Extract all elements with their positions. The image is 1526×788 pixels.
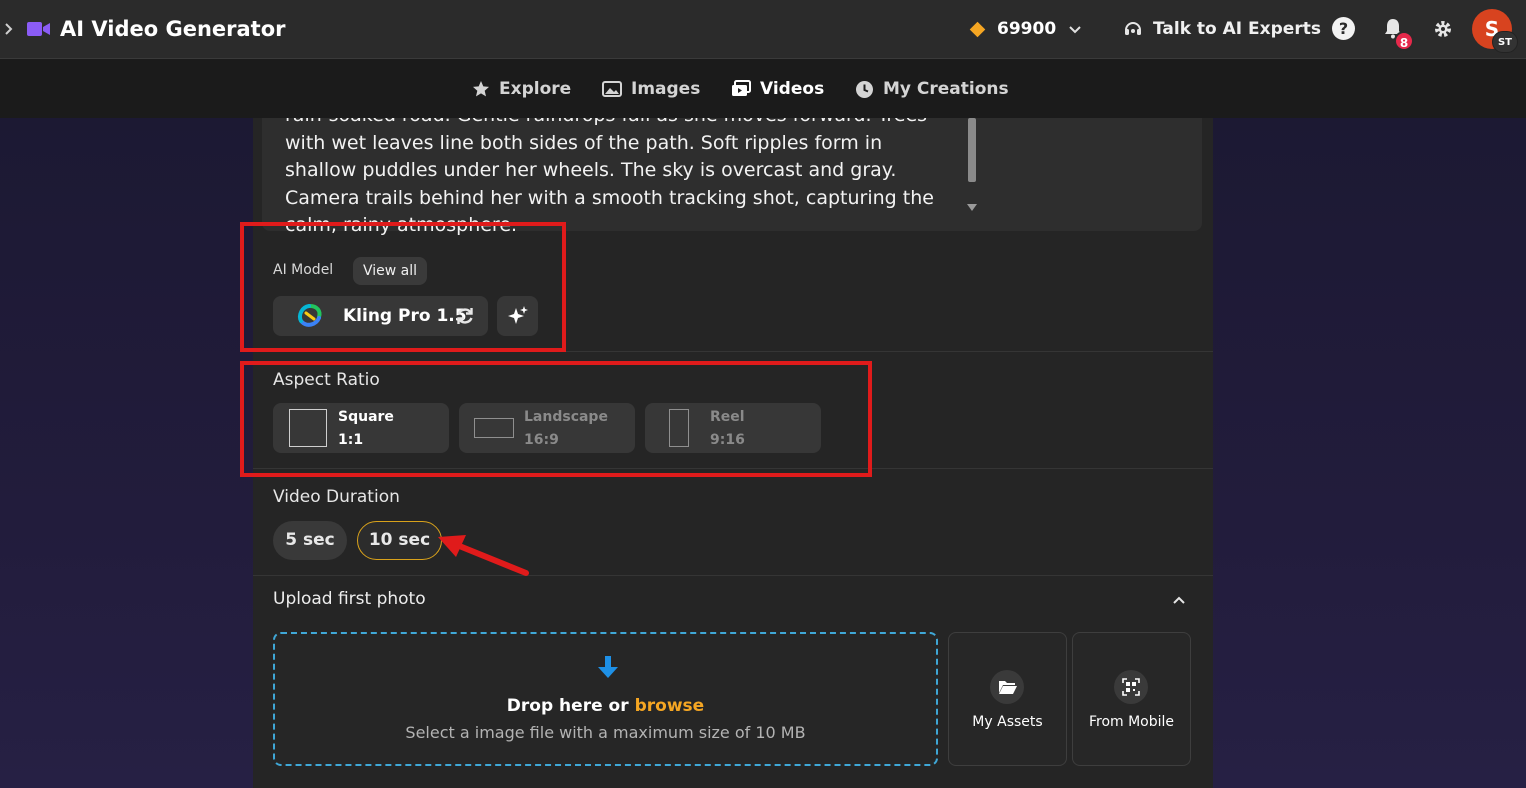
- annotation-box-ai-model: [240, 222, 566, 352]
- browse-link[interactable]: browse: [635, 696, 705, 716]
- divider: [253, 575, 1213, 576]
- tab-explore[interactable]: Explore: [472, 76, 571, 102]
- tab-videos[interactable]: Videos: [731, 76, 824, 102]
- star-icon: [473, 81, 489, 97]
- prompt-line: Camera trails behind her with a smooth t…: [285, 186, 934, 209]
- talk-to-experts-label: Talk to AI Experts: [1153, 19, 1321, 39]
- tab-images-label: Images: [631, 79, 701, 99]
- expand-sidebar-icon[interactable]: [4, 19, 16, 39]
- from-mobile-button[interactable]: From Mobile: [1072, 632, 1191, 766]
- prompt-line: rain-soaked road. Gentle raindrops fall …: [285, 118, 945, 130]
- image-icon: [602, 81, 622, 97]
- qr-scan-icon: [1114, 670, 1148, 704]
- chevron-up-icon[interactable]: [1170, 592, 1188, 610]
- upload-dropzone[interactable]: Drop here or browse Select a image file w…: [273, 632, 938, 766]
- tab-images[interactable]: Images: [602, 76, 700, 102]
- help-icon[interactable]: ?: [1332, 17, 1355, 40]
- background-right: [1213, 118, 1526, 788]
- avatar-initials-badge: ST: [1492, 31, 1518, 53]
- top-bar: AI Video Generator 69900 Talk to AI Expe…: [0, 0, 1526, 59]
- from-mobile-label: From Mobile: [1088, 714, 1175, 730]
- tab-videos-label: Videos: [760, 79, 825, 99]
- upload-section-title: Upload first photo: [273, 589, 426, 609]
- scroll-down-icon[interactable]: [967, 204, 977, 211]
- tab-my-creations-label: My Creations: [883, 79, 1009, 99]
- annotation-arrow: [438, 535, 529, 576]
- gear-icon[interactable]: [1432, 18, 1454, 40]
- folder-open-icon: [990, 670, 1024, 704]
- video-duration-label: Video Duration: [273, 487, 400, 507]
- my-assets-button[interactable]: My Assets: [948, 632, 1067, 766]
- prompt-line: with wet leaves line both sides of the p…: [285, 131, 883, 154]
- diamond-icon: [969, 21, 986, 37]
- headset-icon: [1125, 22, 1141, 35]
- my-assets-label: My Assets: [972, 714, 1043, 730]
- video-gallery-icon: [732, 80, 751, 96]
- prompt-scrollbar[interactable]: [965, 118, 979, 219]
- credits-value: 69900: [997, 19, 1057, 39]
- chevron-down-icon: [1069, 26, 1081, 34]
- tab-my-creations[interactable]: My Creations: [855, 76, 1009, 102]
- video-camera-icon: [27, 21, 51, 37]
- notification-badge: 8: [1394, 31, 1414, 51]
- drop-instructions: Drop here or browse: [275, 696, 936, 716]
- tab-explore-label: Explore: [499, 79, 572, 99]
- app-title: AI Video Generator: [60, 17, 286, 41]
- annotation-box-aspect-ratio: [240, 361, 872, 477]
- download-arrow-icon: [598, 656, 618, 678]
- talk-to-experts-button[interactable]: Talk to AI Experts: [1123, 14, 1321, 44]
- upload-limit-text: Select a image file with a maximum size …: [405, 723, 806, 742]
- credits-dropdown[interactable]: 69900: [969, 14, 1084, 44]
- nav-bar: Explore Images Videos My Creations: [0, 59, 1526, 118]
- prompt-line: shallow puddles under her wheels. The sk…: [285, 159, 897, 181]
- scrollbar-thumb[interactable]: [968, 118, 976, 182]
- drop-text: Drop here or: [506, 696, 629, 716]
- duration-option-5-sec[interactable]: 5 sec: [273, 521, 347, 560]
- background-left: [0, 118, 253, 788]
- clock-icon: [856, 80, 873, 98]
